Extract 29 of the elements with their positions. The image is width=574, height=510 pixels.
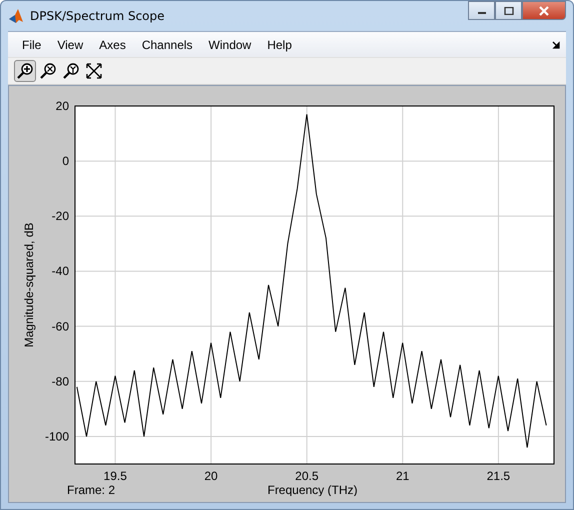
maximize-button[interactable] <box>495 1 522 20</box>
y-tick-label: -40 <box>52 264 69 278</box>
maximize-icon <box>504 6 514 14</box>
dock-arrow-icon[interactable] <box>552 40 560 48</box>
close-icon <box>538 6 550 16</box>
x-tick-label: 19.5 <box>104 469 127 483</box>
menu-item[interactable]: File <box>14 38 50 52</box>
y-tick-label: -80 <box>52 374 69 388</box>
minimize-button[interactable] <box>468 1 495 20</box>
y-tick-label: -20 <box>52 209 69 224</box>
menu-item[interactable]: Channels <box>134 38 201 52</box>
menu-item[interactable]: Window <box>200 38 260 52</box>
window-title: DPSK/Spectrum Scope <box>30 9 165 23</box>
y-tick-label: 0 <box>62 154 69 168</box>
frame-label: Frame: 2 <box>67 483 116 496</box>
close-button[interactable] <box>522 1 566 20</box>
menu-item[interactable]: Axes <box>91 38 134 52</box>
x-tick-label: 21.5 <box>486 469 510 483</box>
y-tick-label: -60 <box>52 319 69 334</box>
menu-item[interactable]: Help <box>259 38 300 52</box>
x-tick-label: 20 <box>204 469 218 483</box>
zoom-in-icon[interactable] <box>14 60 36 82</box>
menu-item[interactable]: View <box>49 38 92 52</box>
y-tick-label: 20 <box>56 99 69 113</box>
y-axis-label: Magnitude-squared, dB <box>22 222 36 348</box>
y-tick-label: -100 <box>44 429 69 444</box>
app-logo-icon <box>8 8 24 24</box>
x-tick-label: 20.5 <box>295 469 319 483</box>
x-tick-label: 21 <box>396 469 410 483</box>
